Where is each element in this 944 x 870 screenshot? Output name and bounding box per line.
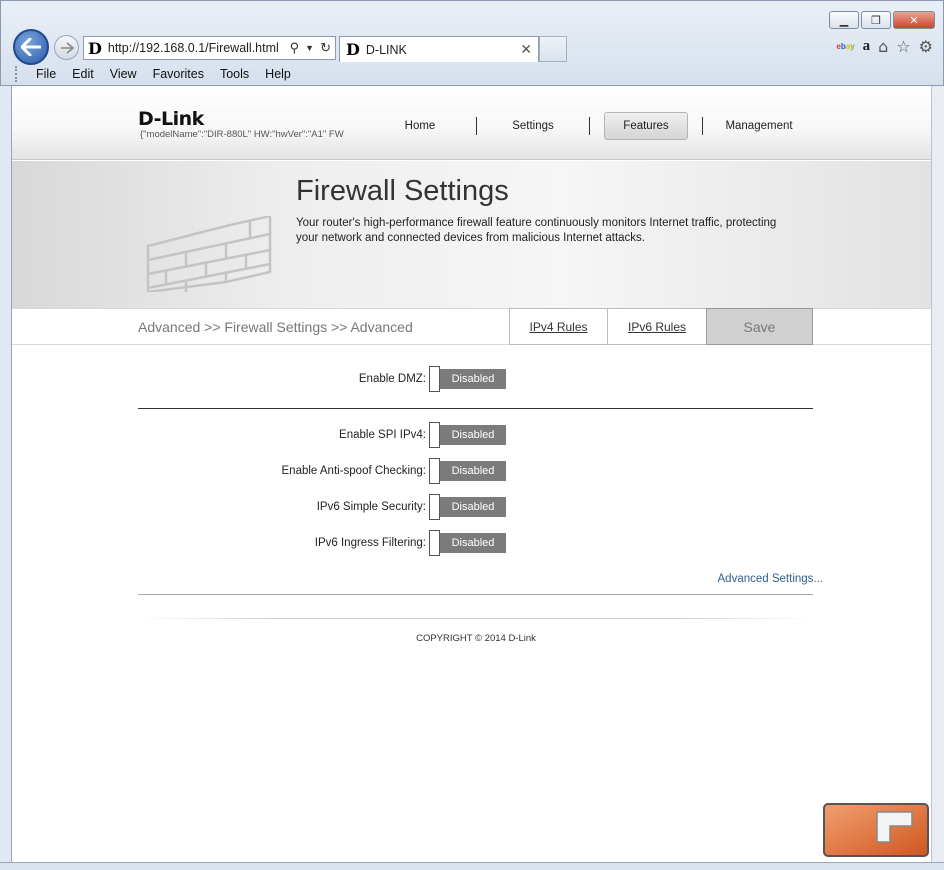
address-bar[interactable]: D http://192.168.0.1/Firewall.html ⚲ ▼ ↻ bbox=[83, 36, 336, 60]
setting-label: Enable SPI IPv4: bbox=[339, 429, 426, 441]
dlink-logo: D-Link bbox=[138, 108, 204, 130]
setting-row-ipv6-ingress-filtering: IPv6 Ingress Filtering: Disabled bbox=[138, 530, 813, 556]
router-header: D-Link {"modelName":"DIR-880L" HW:"hwVer… bbox=[12, 86, 931, 160]
nav-home[interactable]: Home bbox=[364, 112, 476, 140]
tab-title: D-LINK bbox=[365, 42, 407, 57]
amazon-icon[interactable]: a bbox=[863, 38, 871, 55]
site-favicon: D bbox=[88, 38, 102, 58]
toggle-knob[interactable] bbox=[429, 530, 440, 556]
back-icon bbox=[21, 38, 41, 56]
browser-chrome: ▁ ❐ ✕ D http://192.168.0.1/Firewall.html… bbox=[0, 0, 944, 86]
close-tab-icon[interactable]: ✕ bbox=[520, 41, 532, 58]
toggle-state[interactable]: Disabled bbox=[440, 533, 506, 553]
action-toolbar: Advanced >> Firewall Settings >> Advance… bbox=[12, 308, 931, 345]
setting-label: IPv6 Ingress Filtering: bbox=[314, 537, 426, 549]
setting-label: IPv6 Simple Security: bbox=[316, 501, 426, 513]
back-button[interactable] bbox=[13, 29, 49, 65]
page-viewport: D-Link {"modelName":"DIR-880L" HW:"hwVer… bbox=[11, 86, 931, 862]
close-icon[interactable]: ✕ bbox=[893, 11, 935, 29]
menu-file[interactable]: File bbox=[28, 67, 64, 81]
menu-tools[interactable]: Tools bbox=[212, 67, 257, 81]
setting-label: Enable Anti-spoof Checking: bbox=[281, 465, 426, 477]
footer-divider bbox=[138, 618, 813, 619]
page-title: Firewall Settings bbox=[296, 175, 509, 207]
toggle-knob[interactable] bbox=[429, 366, 440, 392]
toggle-knob[interactable] bbox=[429, 494, 440, 520]
menubar-grip bbox=[15, 66, 18, 82]
advanced-settings-link[interactable]: Advanced Settings... bbox=[718, 573, 823, 585]
menu-favorites[interactable]: Favorites bbox=[145, 67, 212, 81]
page-description: Your router's high-performance firewall … bbox=[296, 217, 777, 244]
toggle-state[interactable]: Disabled bbox=[440, 497, 506, 517]
ebay-icon[interactable]: ebay bbox=[836, 42, 854, 51]
main-nav: Home Settings Features Management bbox=[364, 112, 815, 140]
anti-spoof-toggle[interactable]: Disabled bbox=[429, 458, 506, 484]
star-icon[interactable]: ☆ bbox=[896, 37, 910, 56]
firewall-brick-icon bbox=[146, 216, 272, 292]
save-button[interactable]: Save bbox=[706, 308, 813, 345]
nav-management[interactable]: Management bbox=[703, 112, 815, 140]
menu-bar: File Edit View Favorites Tools Help bbox=[15, 64, 299, 84]
hardware-info: {"modelName":"DIR-880L" HW:"hwVer":"A1" … bbox=[140, 129, 344, 140]
copyright-text: COPYRIGHT © 2014 D-Link bbox=[416, 633, 536, 644]
restore-icon[interactable]: ❐ bbox=[861, 11, 891, 29]
spi-ipv4-toggle[interactable]: Disabled bbox=[429, 422, 506, 448]
setting-row-ipv6-simple-security: IPv6 Simple Security: Disabled bbox=[138, 494, 813, 520]
setting-label: Enable DMZ: bbox=[358, 373, 426, 385]
search-icon[interactable]: ⚲ bbox=[290, 40, 300, 56]
new-tab-button[interactable] bbox=[539, 36, 567, 62]
setting-row-dmz: Enable DMZ: Disabled bbox=[138, 366, 813, 392]
ipv6-simple-security-toggle[interactable]: Disabled bbox=[429, 494, 506, 520]
toggle-state[interactable]: Disabled bbox=[440, 461, 506, 481]
refresh-icon[interactable]: ↻ bbox=[320, 40, 331, 56]
forward-button[interactable] bbox=[54, 35, 79, 60]
toolbar-icons: ebay a ⌂ ☆ ⚙ bbox=[836, 37, 933, 56]
toggle-state[interactable]: Disabled bbox=[440, 425, 506, 445]
toggle-knob[interactable] bbox=[429, 422, 440, 448]
address-url[interactable]: http://192.168.0.1/Firewall.html bbox=[108, 41, 279, 55]
ipv4-rules-button[interactable]: IPv4 Rules bbox=[509, 308, 608, 345]
minimize-icon[interactable]: ▁ bbox=[829, 11, 859, 29]
dmz-toggle[interactable]: Disabled bbox=[429, 366, 506, 392]
nav-divider bbox=[589, 117, 590, 135]
setting-row-spi-ipv4: Enable SPI IPv4: Disabled bbox=[138, 422, 813, 448]
section-divider bbox=[138, 594, 813, 595]
home-icon[interactable]: ⌂ bbox=[878, 37, 888, 56]
setting-row-anti-spoof: Enable Anti-spoof Checking: Disabled bbox=[138, 458, 813, 484]
nav-features[interactable]: Features bbox=[604, 112, 688, 140]
gear-icon[interactable]: ⚙ bbox=[919, 37, 933, 56]
watermark-logo bbox=[823, 803, 929, 857]
window-bottom-edge bbox=[0, 862, 944, 870]
page-banner: Firewall Settings Your router's high-per… bbox=[12, 161, 931, 308]
toggle-knob[interactable] bbox=[429, 458, 440, 484]
tab-favicon: D bbox=[346, 40, 360, 59]
menu-help[interactable]: Help bbox=[257, 67, 299, 81]
forward-icon bbox=[60, 41, 74, 54]
menu-view[interactable]: View bbox=[102, 67, 145, 81]
breadcrumb: Advanced >> Firewall Settings >> Advance… bbox=[138, 319, 413, 335]
ipv6-ingress-filtering-toggle[interactable]: Disabled bbox=[429, 530, 506, 556]
window-right-edge bbox=[931, 86, 944, 862]
toggle-state[interactable]: Disabled bbox=[440, 369, 506, 389]
menu-edit[interactable]: Edit bbox=[64, 67, 102, 81]
window-controls: ▁ ❐ ✕ bbox=[829, 11, 935, 29]
ipv6-rules-button[interactable]: IPv6 Rules bbox=[607, 308, 707, 345]
browser-tab[interactable]: D D-LINK ✕ bbox=[339, 36, 539, 62]
nav-settings[interactable]: Settings bbox=[477, 112, 589, 140]
section-divider bbox=[138, 408, 813, 409]
dropdown-icon[interactable]: ▼ bbox=[305, 43, 314, 53]
